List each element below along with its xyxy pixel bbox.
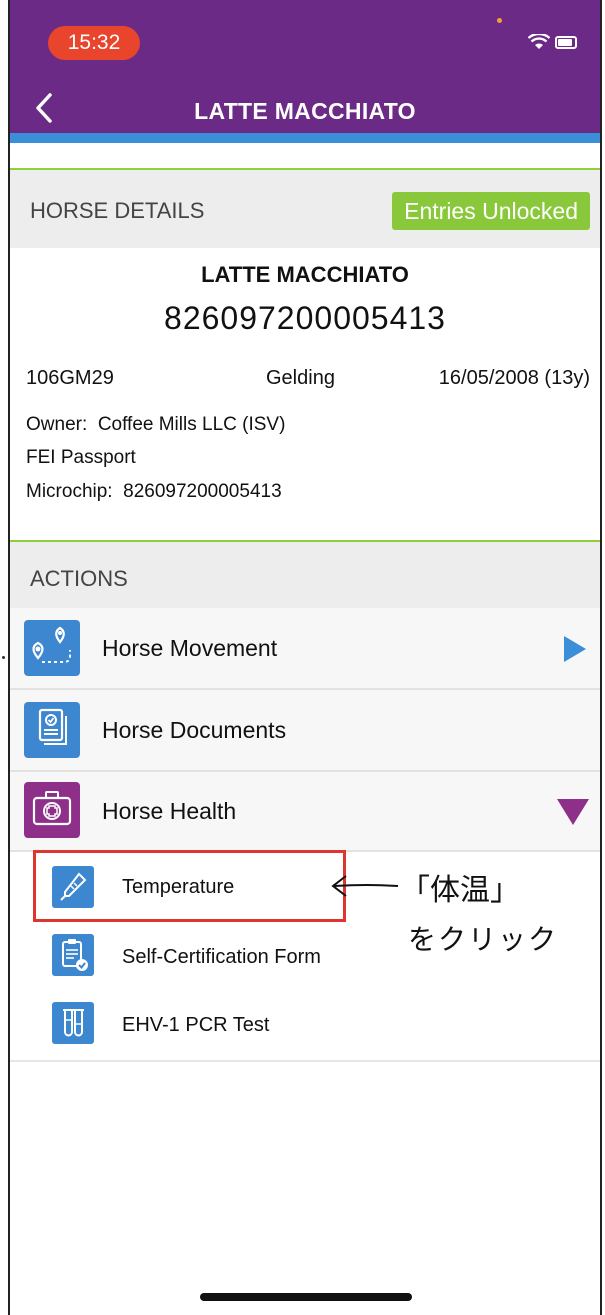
horse-sex: Gelding (266, 367, 335, 389)
clipboard-check-icon (52, 934, 94, 976)
action-horse-documents[interactable]: Horse Documents (10, 690, 600, 772)
microchip-label: Microchip: (26, 481, 113, 502)
actions-label: ACTIONS (30, 566, 128, 591)
owner-value: Coffee Mills LLC (ISV) (97, 414, 286, 435)
horse-dob: 16/05/2008 (13y) (438, 367, 590, 389)
stray-mark (2, 656, 5, 659)
annotation-text-line1: 「体温」 (400, 873, 520, 908)
horse-id: 106GM29 (26, 367, 114, 389)
horse-name: LATTE MACCHIATO (201, 262, 409, 287)
owner-line: Owner: Coffee Mills LLC (ISV) (26, 414, 285, 436)
documents-check-icon (24, 702, 80, 758)
action-label: Horse Movement (102, 635, 278, 661)
action-horse-movement[interactable]: Horse Movement (10, 608, 600, 690)
header-divider (10, 133, 600, 143)
first-aid-kit-icon (24, 782, 80, 838)
entries-status-badge: Entries Unlocked (392, 192, 590, 230)
triangle-down-icon (557, 799, 589, 825)
annotation-text-line2: をクリック (408, 923, 559, 956)
actions-header: ACTIONS (10, 540, 600, 608)
highlight-box (33, 850, 346, 922)
action-horse-health[interactable]: Horse Health (10, 772, 600, 852)
play-right-icon (564, 636, 586, 662)
annotation-arrow (331, 875, 399, 897)
wifi-icon (528, 34, 550, 49)
privacy-indicator-dot (497, 18, 502, 23)
horse-chip-number: 826097200005413 (164, 300, 446, 336)
test-tubes-icon (52, 1002, 94, 1044)
action-label: Horse Health (102, 798, 237, 824)
sub-item-ehv1-pcr[interactable]: EHV-1 PCR Test (10, 992, 600, 1062)
owner-label: Owner: (26, 414, 88, 435)
app-header: 15:32 LATTE MACCHIATO (10, 0, 600, 133)
microchip-value: 826097200005413 (123, 481, 282, 502)
phone-screen: 15:32 LATTE MACCHIATO HORSE DETAILS Entr… (8, 0, 602, 1315)
location-route-icon (24, 620, 80, 676)
passport-line: FEI Passport (26, 447, 136, 468)
sub-item-label: EHV-1 PCR Test (122, 1014, 270, 1036)
page-title: LATTE MACCHIATO (194, 98, 416, 124)
status-time: 15:32 (48, 26, 140, 60)
battery-icon (555, 36, 577, 49)
sub-item-label: Self-Certification Form (122, 946, 321, 968)
horse-details-label: HORSE DETAILS (30, 198, 205, 223)
microchip-line: Microchip: 826097200005413 (26, 481, 282, 503)
home-indicator (200, 1293, 412, 1301)
action-label: Horse Documents (102, 717, 287, 743)
horse-details-header: HORSE DETAILS Entries Unlocked (10, 168, 600, 248)
